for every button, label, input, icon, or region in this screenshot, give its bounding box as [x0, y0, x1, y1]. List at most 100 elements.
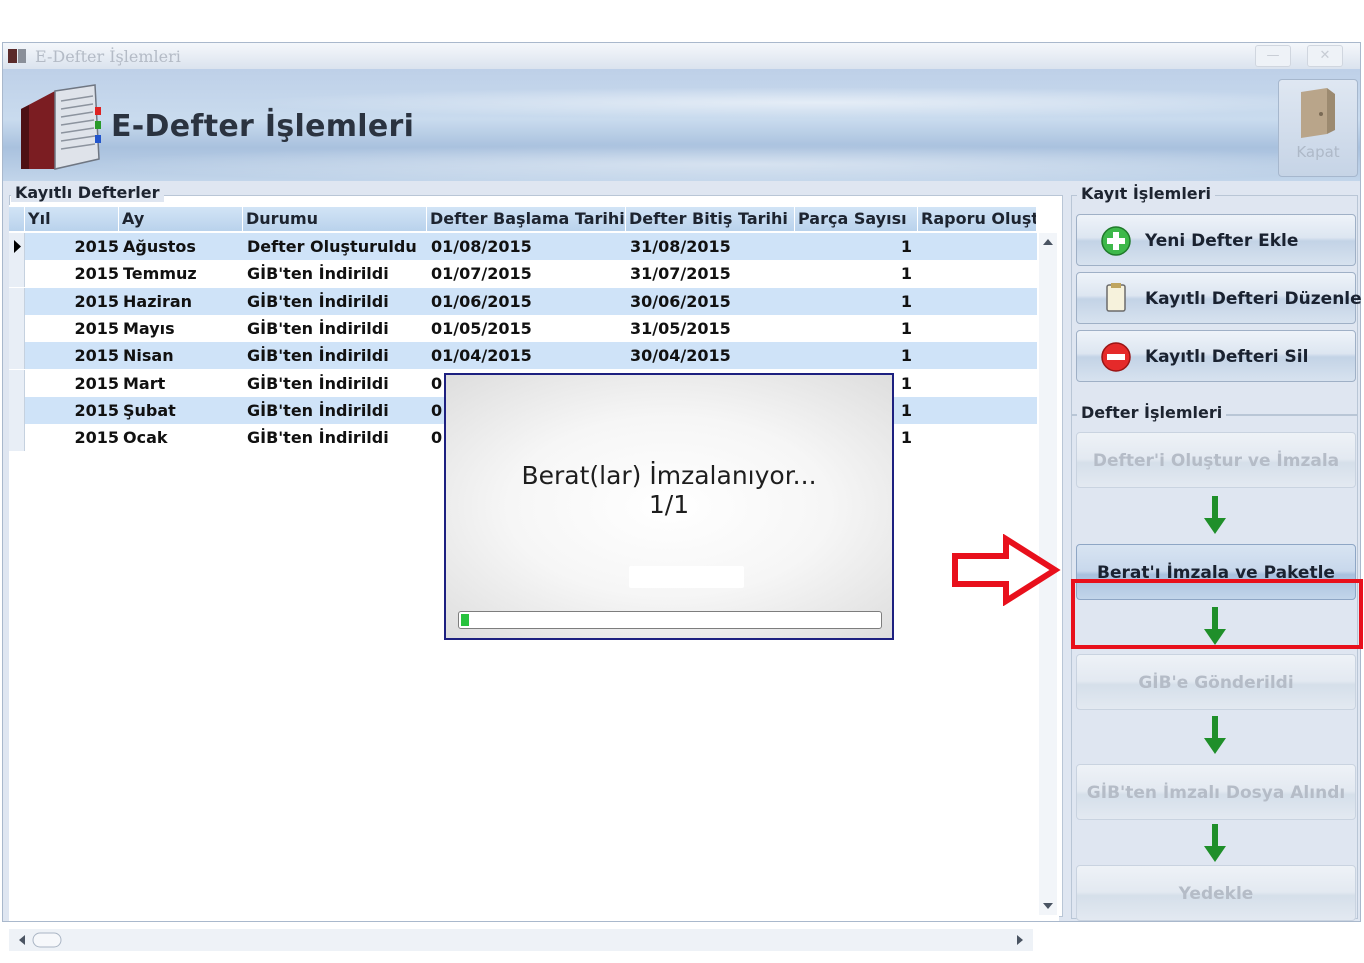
row-indicator-header: [9, 207, 25, 231]
row-indicator[interactable]: [9, 342, 25, 370]
signing-message: Berat(lar) İmzalanıyor...: [521, 461, 817, 490]
cell-rapor: [922, 370, 1037, 397]
cell-ay: Nisan: [123, 346, 174, 366]
cell-yil: 2015: [74, 318, 119, 338]
column-header-ay[interactable]: Ay: [119, 207, 243, 231]
door-exit-icon: [1301, 88, 1335, 138]
defteri-olustur-ve-imzala-button[interactable]: Defter'i Oluştur ve İmzala: [1076, 432, 1356, 488]
scroll-up-icon[interactable]: [1043, 239, 1053, 245]
kayitli-defteri-duzenle-label: Kayıtlı Defteri Düzenle: [1145, 289, 1362, 309]
table-row[interactable]: 2015 Temmuz GİB'ten İndirildi 01/07/2015 31/…: [9, 260, 1037, 288]
cell-yil: 2015: [74, 291, 119, 311]
defter-islemleri-label: Defter İşlemleri: [1077, 403, 1227, 422]
plus-icon: [1101, 226, 1131, 256]
ledger-book-icon: [21, 84, 101, 170]
column-header-baslama[interactable]: Defter Başlama Tarihi: [427, 207, 626, 231]
cell-yil: 2015: [74, 428, 119, 448]
table-row[interactable]: 2015 Mayıs GİB'ten İndirildi 01/05/2015 31/0…: [9, 314, 1037, 342]
cell-durumu: GİB'ten İndirildi: [247, 400, 389, 420]
kayit-islemleri-label: Kayıt İşlemleri: [1077, 184, 1216, 203]
cell-baslama: 01/04/2015: [431, 346, 532, 366]
gibten-imzali-dosya-alindi-button[interactable]: GİB'ten İmzalı Dosya Alındı: [1076, 764, 1356, 820]
row-indicator[interactable]: [9, 396, 25, 424]
yedekle-button[interactable]: Yedekle: [1076, 865, 1356, 921]
kayitli-defteri-duzenle-button[interactable]: Kayıtlı Defteri Düzenle: [1076, 272, 1362, 324]
minimize-button[interactable]: —: [1255, 45, 1291, 67]
cell-baslama: 01/07/2015: [431, 264, 532, 284]
cell-durumu: GİB'ten İndirildi: [247, 428, 389, 448]
cell-parca: 1: [900, 318, 912, 338]
cell-ay: Mart: [123, 373, 166, 393]
cell-parca: 1: [900, 346, 912, 366]
down-arrow-icon: [1204, 716, 1226, 754]
cell-yil: 2015: [74, 346, 119, 366]
page-title: E-Defter İşlemleri: [111, 109, 415, 144]
cell-durumu: GİB'ten İndirildi: [247, 318, 389, 338]
down-arrow-icon: [1204, 607, 1226, 645]
red-pointer-arrow-icon: [952, 534, 1061, 606]
cell-bitis: 30/06/2015: [630, 291, 731, 311]
scroll-down-icon[interactable]: [1043, 903, 1053, 909]
cell-ay: Haziran: [123, 291, 193, 311]
window-close-button[interactable]: ✕: [1307, 45, 1343, 67]
cell-rapor: [922, 288, 1037, 315]
cell-yil: 2015: [74, 264, 119, 284]
table-row[interactable]: 2015 Haziran GİB'ten İndirildi 01/06/2015 30…: [9, 287, 1037, 315]
row-indicator[interactable]: [9, 314, 25, 342]
cell-bitis: 31/05/2015: [630, 318, 731, 338]
kayitli-defteri-sil-button[interactable]: Kayıtlı Defteri Sil: [1076, 330, 1356, 382]
horizontal-scrollbar[interactable]: [9, 929, 1033, 951]
cell-rapor: [922, 424, 1037, 451]
cell-ay: Ocak: [123, 428, 168, 448]
cell-rapor: [922, 315, 1037, 342]
table-row[interactable]: 2015 Ağustos Defter Oluşturuldu 01/08/2015 3…: [9, 233, 1037, 260]
column-header-durumu[interactable]: Durumu: [243, 207, 427, 231]
cell-parca: 1: [900, 264, 912, 284]
table-row[interactable]: 2015 Nisan GİB'ten İndirildi 01/04/2015 30/0…: [9, 342, 1037, 370]
cell-baslama: 01/05/2015: [431, 318, 532, 338]
progress-fill: [461, 614, 470, 626]
yeni-defter-ekle-button[interactable]: Yeni Defter Ekle: [1076, 214, 1356, 266]
cell-bitis: 30/04/2015: [630, 346, 731, 366]
cell-baslama: 01/08/2015: [431, 237, 532, 256]
cell-durumu: GİB'ten İndirildi: [247, 264, 389, 284]
cell-bitis: 31/07/2015: [630, 264, 731, 284]
cell-bitis: 31/08/2015: [630, 237, 731, 256]
column-header-rapor[interactable]: Raporu Oluşt: [918, 207, 1037, 231]
cell-parca: 1: [900, 237, 912, 256]
cell-ay: Şubat: [123, 400, 176, 420]
cell-durumu: GİB'ten İndirildi: [247, 291, 389, 311]
row-indicator[interactable]: [9, 369, 25, 397]
scroll-right-icon[interactable]: [1017, 935, 1023, 945]
row-indicator[interactable]: [9, 260, 25, 288]
gibe-gonderildi-button[interactable]: GİB'e Gönderildi: [1076, 654, 1356, 710]
row-indicator[interactable]: [9, 233, 25, 260]
delete-icon: [1101, 342, 1131, 372]
cell-rapor: [922, 260, 1037, 287]
cell-parca: 1: [900, 291, 912, 311]
cell-ay: Mayıs: [123, 318, 175, 338]
cell-durumu: GİB'ten İndirildi: [247, 373, 389, 393]
cell-yil: 2015: [74, 373, 119, 393]
header-banner: E-Defter İşlemleri Kapat: [3, 69, 1360, 181]
progress-bar: [458, 611, 882, 629]
kapat-label: Kapat: [1296, 143, 1340, 161]
kayitli-defteri-sil-label: Kayıtlı Defteri Sil: [1145, 347, 1309, 367]
kayitli-defterler-label: Kayıtlı Defterler: [11, 183, 164, 202]
column-header-yil[interactable]: Yıl: [25, 207, 119, 231]
column-header-parca[interactable]: Parça Sayısı: [795, 207, 918, 231]
app-icon: [8, 49, 26, 63]
column-header-bitis[interactable]: Defter Bitiş Tarihi: [626, 207, 795, 231]
window-title: E-Defter İşlemleri: [35, 47, 181, 66]
cell-ay: Temmuz: [123, 264, 197, 284]
scroll-left-icon[interactable]: [19, 935, 25, 945]
cell-yil: 2015: [74, 237, 119, 256]
kapat-button[interactable]: Kapat: [1278, 79, 1358, 177]
yeni-defter-ekle-label: Yeni Defter Ekle: [1145, 231, 1299, 251]
cell-durumu: GİB'ten İndirildi: [247, 346, 389, 366]
scroll-thumb[interactable]: [32, 932, 62, 948]
down-arrow-icon: [1204, 824, 1226, 862]
row-indicator[interactable]: [9, 424, 25, 452]
cell-durumu: Defter Oluşturuldu: [247, 237, 417, 256]
row-indicator[interactable]: [9, 287, 25, 315]
